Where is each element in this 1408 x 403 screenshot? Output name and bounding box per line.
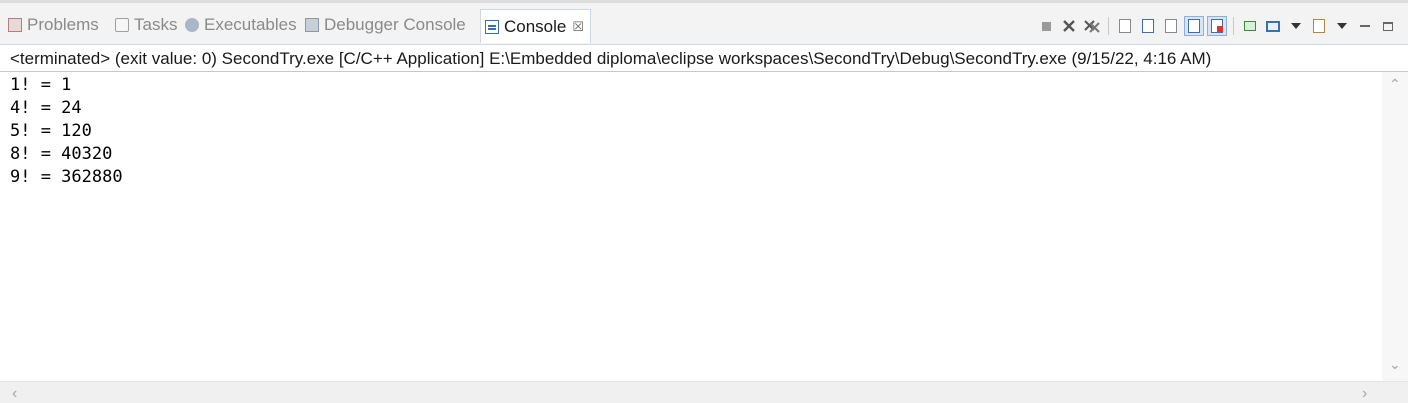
show-on-stdout-icon[interactable] [1184,16,1204,36]
minimize-icon[interactable] [1355,16,1375,36]
display-console-dropdown-icon[interactable] [1286,16,1306,36]
scroll-lock-icon[interactable] [1138,16,1158,36]
scroll-left-icon[interactable]: ‹ [12,385,17,403]
pin-console-icon[interactable] [1240,16,1260,36]
console-output[interactable]: 1! = 1 4! = 24 5! = 120 8! = 40320 9! = 3628… [0,72,1382,381]
scroll-right-icon[interactable]: › [1362,385,1367,403]
new-console-dropdown-icon[interactable] [1332,16,1352,36]
toolbar-separator [1108,17,1109,35]
new-console-icon[interactable] [1309,16,1329,36]
remove-all-launches-icon[interactable] [1082,16,1102,36]
toolbar-separator [1233,17,1234,35]
console-icon [485,19,499,34]
console-view: Problems Tasks Executables Debugger Cons… [0,0,1408,403]
tab-label: Debugger Console [324,15,466,34]
word-wrap-icon[interactable] [1161,16,1181,36]
console-line: 9! = 362880 [10,167,123,187]
view-tab-bar: Problems Tasks Executables Debugger Cons… [0,6,1408,44]
clear-console-icon[interactable] [1115,16,1135,36]
vertical-scrollbar[interactable]: ⌃ ⌄ [1382,72,1408,381]
scroll-up-icon[interactable]: ⌃ [1389,76,1401,93]
tab-tasks[interactable]: Tasks [115,10,177,40]
console-line: 4! = 24 [10,98,82,118]
terminate-icon[interactable] [1036,16,1056,36]
console-line: 5! = 120 [10,121,92,141]
tab-console[interactable]: Console ☒ [480,9,592,43]
console-toolbar [1036,14,1398,38]
scroll-down-icon[interactable]: ⌄ [1389,356,1401,373]
tab-executables[interactable]: Executables [185,10,297,40]
maximize-icon[interactable] [1378,16,1398,36]
tab-label: Tasks [134,15,178,34]
tab-problems[interactable]: Problems [8,10,99,40]
executables-icon [185,18,199,32]
tasks-icon [115,18,129,32]
debugger-console-icon [305,18,319,32]
horizontal-scrollbar[interactable]: ‹ › [0,381,1408,403]
tab-label: Problems [27,15,99,34]
close-tab-icon[interactable]: ☒ [572,19,584,35]
display-console-icon[interactable] [1263,16,1283,36]
tab-label: Executables [204,15,297,34]
process-status-line: <terminated> (exit value: 0) SecondTry.e… [0,44,1408,72]
console-line: 8! = 40320 [10,144,113,164]
console-line: 1! = 1 [10,75,72,95]
remove-launch-icon[interactable] [1059,16,1079,36]
problems-icon [8,18,22,32]
tab-debugger-console[interactable]: Debugger Console [305,10,466,40]
tab-label: Console [504,16,567,36]
show-on-stderr-icon[interactable] [1207,16,1227,36]
